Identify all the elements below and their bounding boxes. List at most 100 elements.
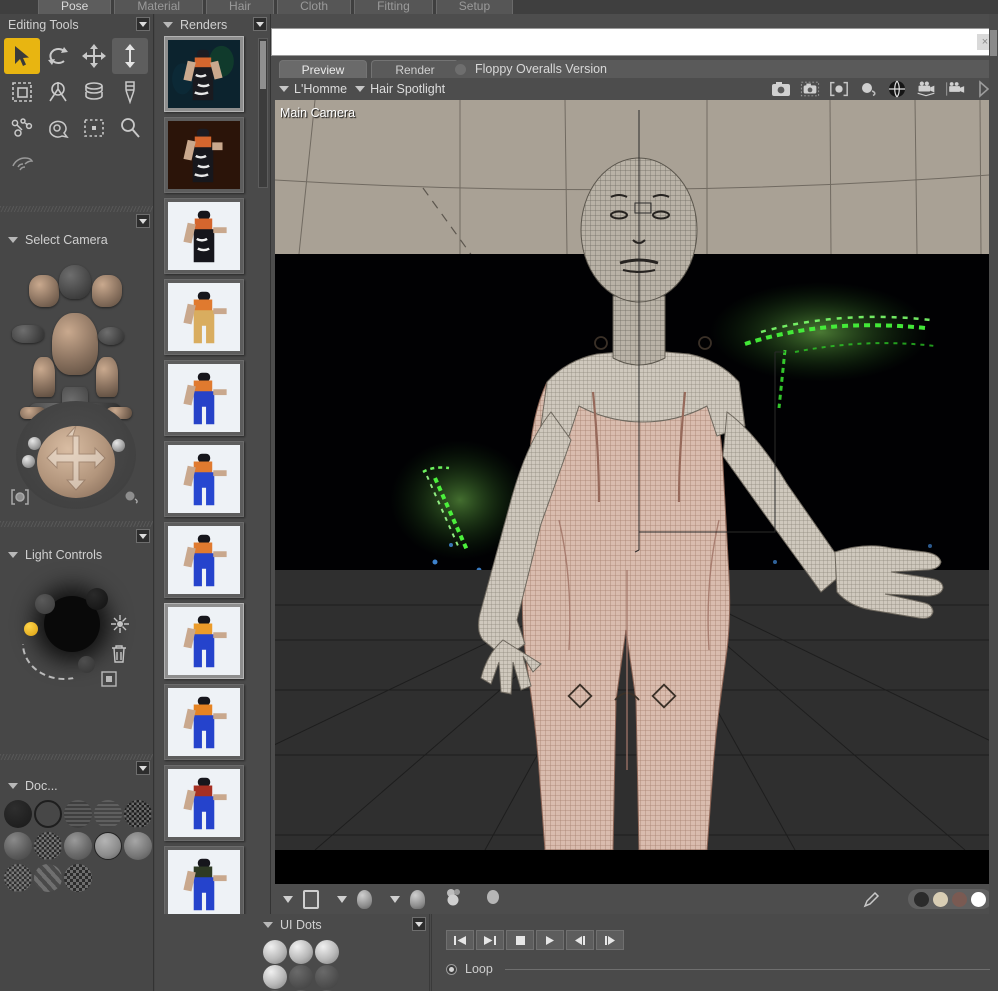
magnify-tool-button[interactable] xyxy=(112,110,148,146)
left-pose-camera-button[interactable] xyxy=(33,357,55,397)
camera-trackball[interactable] xyxy=(37,425,115,498)
movie-camera-icon[interactable] xyxy=(916,80,936,98)
document-style-icon[interactable] xyxy=(303,889,319,909)
renders-thumbnail-list[interactable] xyxy=(160,36,256,914)
tab-preview[interactable]: Preview xyxy=(279,60,367,78)
swatch-foreground[interactable] xyxy=(933,891,948,907)
swatch-shadow[interactable] xyxy=(952,891,967,907)
select-camera-resize-grip[interactable] xyxy=(0,519,153,528)
pencil-icon[interactable] xyxy=(862,891,880,908)
camera-snapshot-icon[interactable] xyxy=(10,489,30,510)
render-thumb-7[interactable] xyxy=(164,522,244,598)
style-cartoon-lined-button[interactable] xyxy=(64,864,92,892)
style-flat-lined-button[interactable] xyxy=(34,832,62,860)
previous-frame-button[interactable] xyxy=(566,930,594,950)
grouping-tool-button[interactable] xyxy=(4,110,40,146)
light-control-widget[interactable] xyxy=(0,566,154,716)
light-node-bottom[interactable] xyxy=(78,656,95,673)
select-camera-collapse-icon[interactable] xyxy=(8,237,18,243)
render-thumb-3[interactable] xyxy=(164,198,244,274)
style-wireframe-button[interactable] xyxy=(64,800,92,828)
tab-render[interactable]: Render xyxy=(371,60,459,78)
style-smooth-shaded-button[interactable] xyxy=(64,832,92,860)
color-tool-button[interactable] xyxy=(112,74,148,110)
camera-control-widget[interactable] xyxy=(0,251,154,519)
light-node-selected[interactable] xyxy=(24,622,38,636)
translate-pull-tool-button[interactable] xyxy=(76,38,112,74)
next-frame-button[interactable] xyxy=(596,930,624,950)
taper-tool-button[interactable] xyxy=(40,74,76,110)
chain-break-tool-button[interactable] xyxy=(76,74,112,110)
render-thumb-4[interactable] xyxy=(164,279,244,355)
editing-tools-menu-button[interactable] xyxy=(136,17,150,31)
shaded-sphere-icon[interactable] xyxy=(483,887,503,912)
globe-icon[interactable] xyxy=(887,80,907,98)
render-camera-icon[interactable] xyxy=(771,80,791,98)
render-thumb-2[interactable] xyxy=(164,117,244,193)
direct-manipulation-tool-button[interactable] xyxy=(76,110,112,146)
element-style-icon[interactable] xyxy=(357,889,372,909)
timeline-track[interactable] xyxy=(504,968,990,970)
render-thumb-10[interactable] xyxy=(164,765,244,841)
render-thumb-8[interactable] xyxy=(164,603,244,679)
ui-dot-4[interactable] xyxy=(263,965,287,989)
right-pose-camera-button[interactable] xyxy=(96,357,118,397)
scale-tool-button[interactable] xyxy=(4,74,40,110)
left-hand-camera-button[interactable] xyxy=(29,275,59,307)
document-style-menu-button[interactable] xyxy=(136,761,150,775)
spot-render-icon[interactable] xyxy=(800,80,820,98)
style-flat-shaded-button[interactable] xyxy=(4,832,32,860)
ui-dot-6[interactable] xyxy=(315,965,339,989)
room-tab-hair[interactable]: Hair xyxy=(206,0,275,14)
render-thumb-1[interactable] xyxy=(164,36,244,112)
element-dropdown[interactable]: Hair Spotlight xyxy=(355,82,445,96)
document-scroll-thumb[interactable] xyxy=(990,30,997,56)
ui-dot-3[interactable] xyxy=(315,940,339,964)
camera-pin-left-lower[interactable] xyxy=(22,455,35,468)
style-cartoon-button[interactable] xyxy=(34,864,62,892)
go-to-end-button[interactable] xyxy=(476,930,504,950)
renders-scrollbar[interactable] xyxy=(258,38,268,188)
right-hand-camera-button[interactable] xyxy=(92,275,122,307)
style-smooth-lined-button[interactable] xyxy=(94,832,122,860)
render-thumb-5[interactable] xyxy=(164,360,244,436)
dolly-camera-button[interactable] xyxy=(12,325,44,343)
render-thumb-9[interactable] xyxy=(164,684,244,760)
swatch-highlight[interactable] xyxy=(971,891,986,907)
camera-reset-icon[interactable] xyxy=(122,489,140,510)
room-tab-pose[interactable]: Pose xyxy=(38,0,112,14)
editing-tools-resize-grip[interactable] xyxy=(0,204,153,213)
light-properties-icon[interactable] xyxy=(100,670,118,693)
renders-collapse-icon[interactable] xyxy=(163,22,173,28)
figure-style-dropdown[interactable] xyxy=(390,895,400,903)
renders-scroll-thumb[interactable] xyxy=(260,41,266,89)
go-to-start-button[interactable] xyxy=(446,930,474,950)
swatch-background[interactable] xyxy=(914,891,929,907)
ui-dot-1[interactable] xyxy=(263,940,287,964)
select-camera-menu-button[interactable] xyxy=(136,214,150,228)
play-button[interactable] xyxy=(536,930,564,950)
translate-inout-tool-button[interactable] xyxy=(112,38,148,74)
style-lit-wireframe-button[interactable] xyxy=(124,800,152,828)
loop-toggle[interactable] xyxy=(446,963,457,975)
morph-brush-tool-button[interactable] xyxy=(40,110,76,146)
style-silhouette-button[interactable] xyxy=(4,800,32,828)
room-tab-material[interactable]: Material xyxy=(114,0,204,14)
style-hidden-line-button[interactable] xyxy=(94,800,122,828)
grab-tool-button[interactable] xyxy=(4,146,40,182)
ui-dots-collapse-icon[interactable] xyxy=(263,922,273,928)
multi-sphere-icon[interactable] xyxy=(443,887,467,912)
twist-tool-button[interactable] xyxy=(40,38,76,74)
render-thumb-11[interactable] xyxy=(164,846,244,914)
room-tab-fitting[interactable]: Fitting xyxy=(354,0,433,14)
element-style-dropdown[interactable] xyxy=(337,895,347,903)
movie-render-icon[interactable] xyxy=(945,80,965,98)
3d-viewport[interactable]: Main Camera xyxy=(275,100,998,884)
light-node-right[interactable] xyxy=(86,588,108,610)
figure-style-icon[interactable] xyxy=(410,889,425,909)
stop-button[interactable] xyxy=(506,930,534,950)
room-tab-cloth[interactable]: Cloth xyxy=(277,0,352,14)
orbit-camera-button[interactable] xyxy=(98,327,124,345)
style-outline-button[interactable] xyxy=(34,800,62,828)
render-thumb-6[interactable] xyxy=(164,441,244,517)
